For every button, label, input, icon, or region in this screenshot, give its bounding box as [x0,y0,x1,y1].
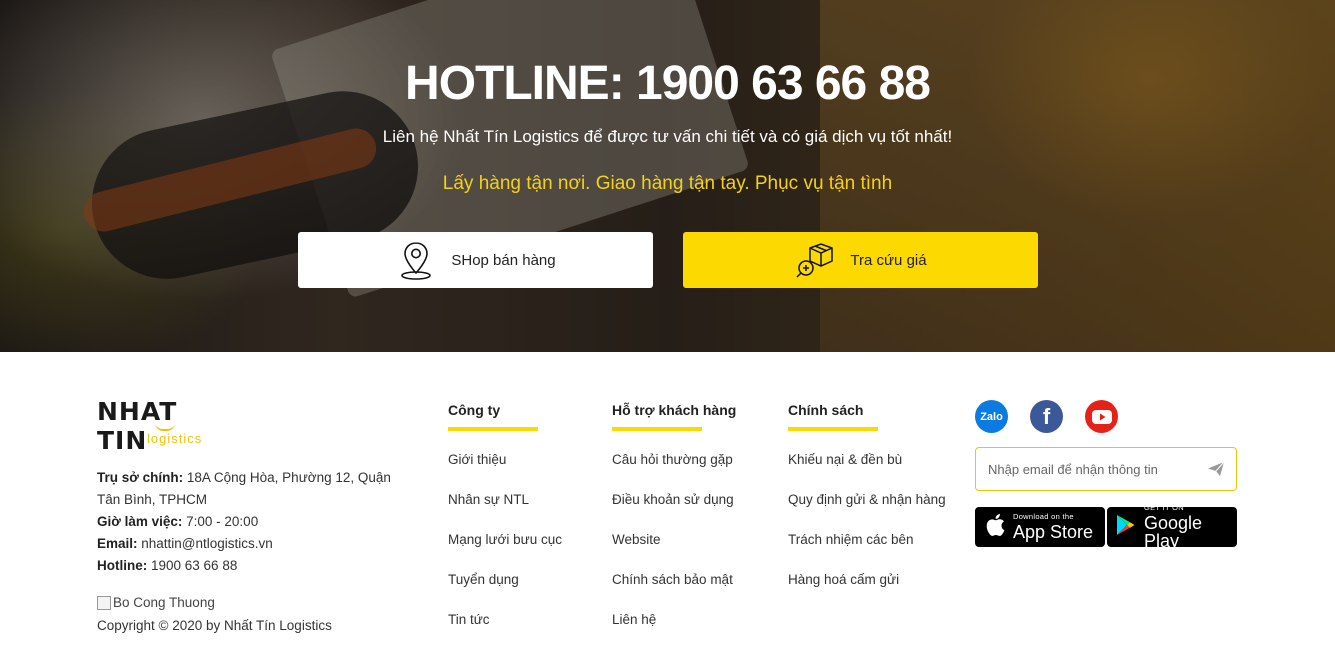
footer-column-policy: Chính sách Khiếu nại & đền bù Quy định g… [788,402,946,614]
hq-address: Trụ sở chính: 18A Cộng Hòa, Phường 12, Q… [97,470,391,507]
site-footer: NHAT TIN logistics Trụ sở chính: 18A Cộn… [0,352,1335,652]
footer-link[interactable]: Quy định gửi & nhận hàng [788,493,946,534]
send-icon[interactable] [1196,448,1236,490]
google-play-button[interactable]: GET IT ON Google Play [1107,504,1237,550]
footer-link[interactable]: Giới thiệu [448,453,562,494]
map-pin-icon [395,239,437,281]
company-info: Trụ sở chính: 18A Cộng Hòa, Phường 12, Q… [97,467,407,577]
footer-link[interactable]: Điều khoản sử dụng [612,493,736,534]
app-store-button[interactable]: Download on the App Store [975,507,1105,547]
bo-cong-thuong-badge[interactable]: Bo Cong Thuong [97,595,215,610]
column-underline [612,427,702,431]
column-title: Chính sách [788,402,864,418]
shop-button[interactable]: SHop bán hàng [298,232,653,288]
shop-button-label: SHop bán hàng [451,251,556,269]
footer-link[interactable]: Mạng lưới bưu cục [448,533,562,574]
contact-hotline: Hotline: 1900 63 66 88 [97,558,238,573]
price-lookup-label: Tra cứu giá [850,251,927,269]
column-underline [788,427,878,431]
nhattin-logo[interactable]: NHAT TIN logistics [97,397,237,455]
footer-link[interactable]: Khiếu nại & đền bù [788,453,946,494]
apple-icon [985,513,1005,542]
social-links: Zalo f [975,400,1118,433]
facebook-icon[interactable]: f [1030,400,1063,433]
footer-link[interactable]: Trách nhiệm các bên [788,533,946,574]
footer-link[interactable]: Câu hỏi thường gặp [612,453,736,494]
hero-subline: Liên hệ Nhất Tín Logistics để được tư vấ… [382,127,953,146]
broken-image-icon [97,595,111,610]
hero-tagline: Lấy hàng tận nơi. Giao hàng tận tay. Phụ… [442,173,893,194]
hotline-heading: HOTLINE: 1900 63 66 88 [405,57,931,110]
price-lookup-button[interactable]: Tra cứu giá [683,232,1038,288]
footer-link[interactable]: Website [612,533,736,574]
newsletter-email-input[interactable] [976,448,1196,490]
column-title: Công ty [448,402,501,418]
footer-link[interactable]: Nhân sự NTL [448,493,562,534]
footer-link[interactable]: Tin tức [448,613,562,654]
footer-link[interactable]: Tuyển dụng [448,573,562,614]
copyright-text: Copyright © 2020 by Nhất Tín Logistics [97,618,332,633]
working-hours: Giờ làm việc: 7:00 - 20:00 [97,514,259,529]
footer-link[interactable]: Hàng hoá cấm gửi [788,573,946,614]
footer-column-support: Hỗ trợ khách hàng Câu hỏi thường gặp Điề… [612,402,736,654]
footer-column-company: Công ty Giới thiệu Nhân sự NTL Mạng lưới… [448,402,562,654]
newsletter-form [975,447,1237,491]
contact-email: Email: nhattin@ntlogistics.vn [97,536,273,551]
footer-link[interactable]: Liên hệ [612,613,736,654]
google-play-icon [1116,514,1136,541]
zalo-icon[interactable]: Zalo [975,400,1008,433]
logo-subtitle: logistics [147,431,203,446]
package-search-icon [794,239,836,281]
column-title: Hỗ trợ khách hàng [612,402,737,418]
footer-link[interactable]: Chính sách bảo mật [612,573,736,614]
column-underline [448,427,538,431]
youtube-icon[interactable] [1085,400,1118,433]
hero-banner: HOTLINE: 1900 63 66 88 Liên hệ Nhất Tín … [0,0,1335,352]
